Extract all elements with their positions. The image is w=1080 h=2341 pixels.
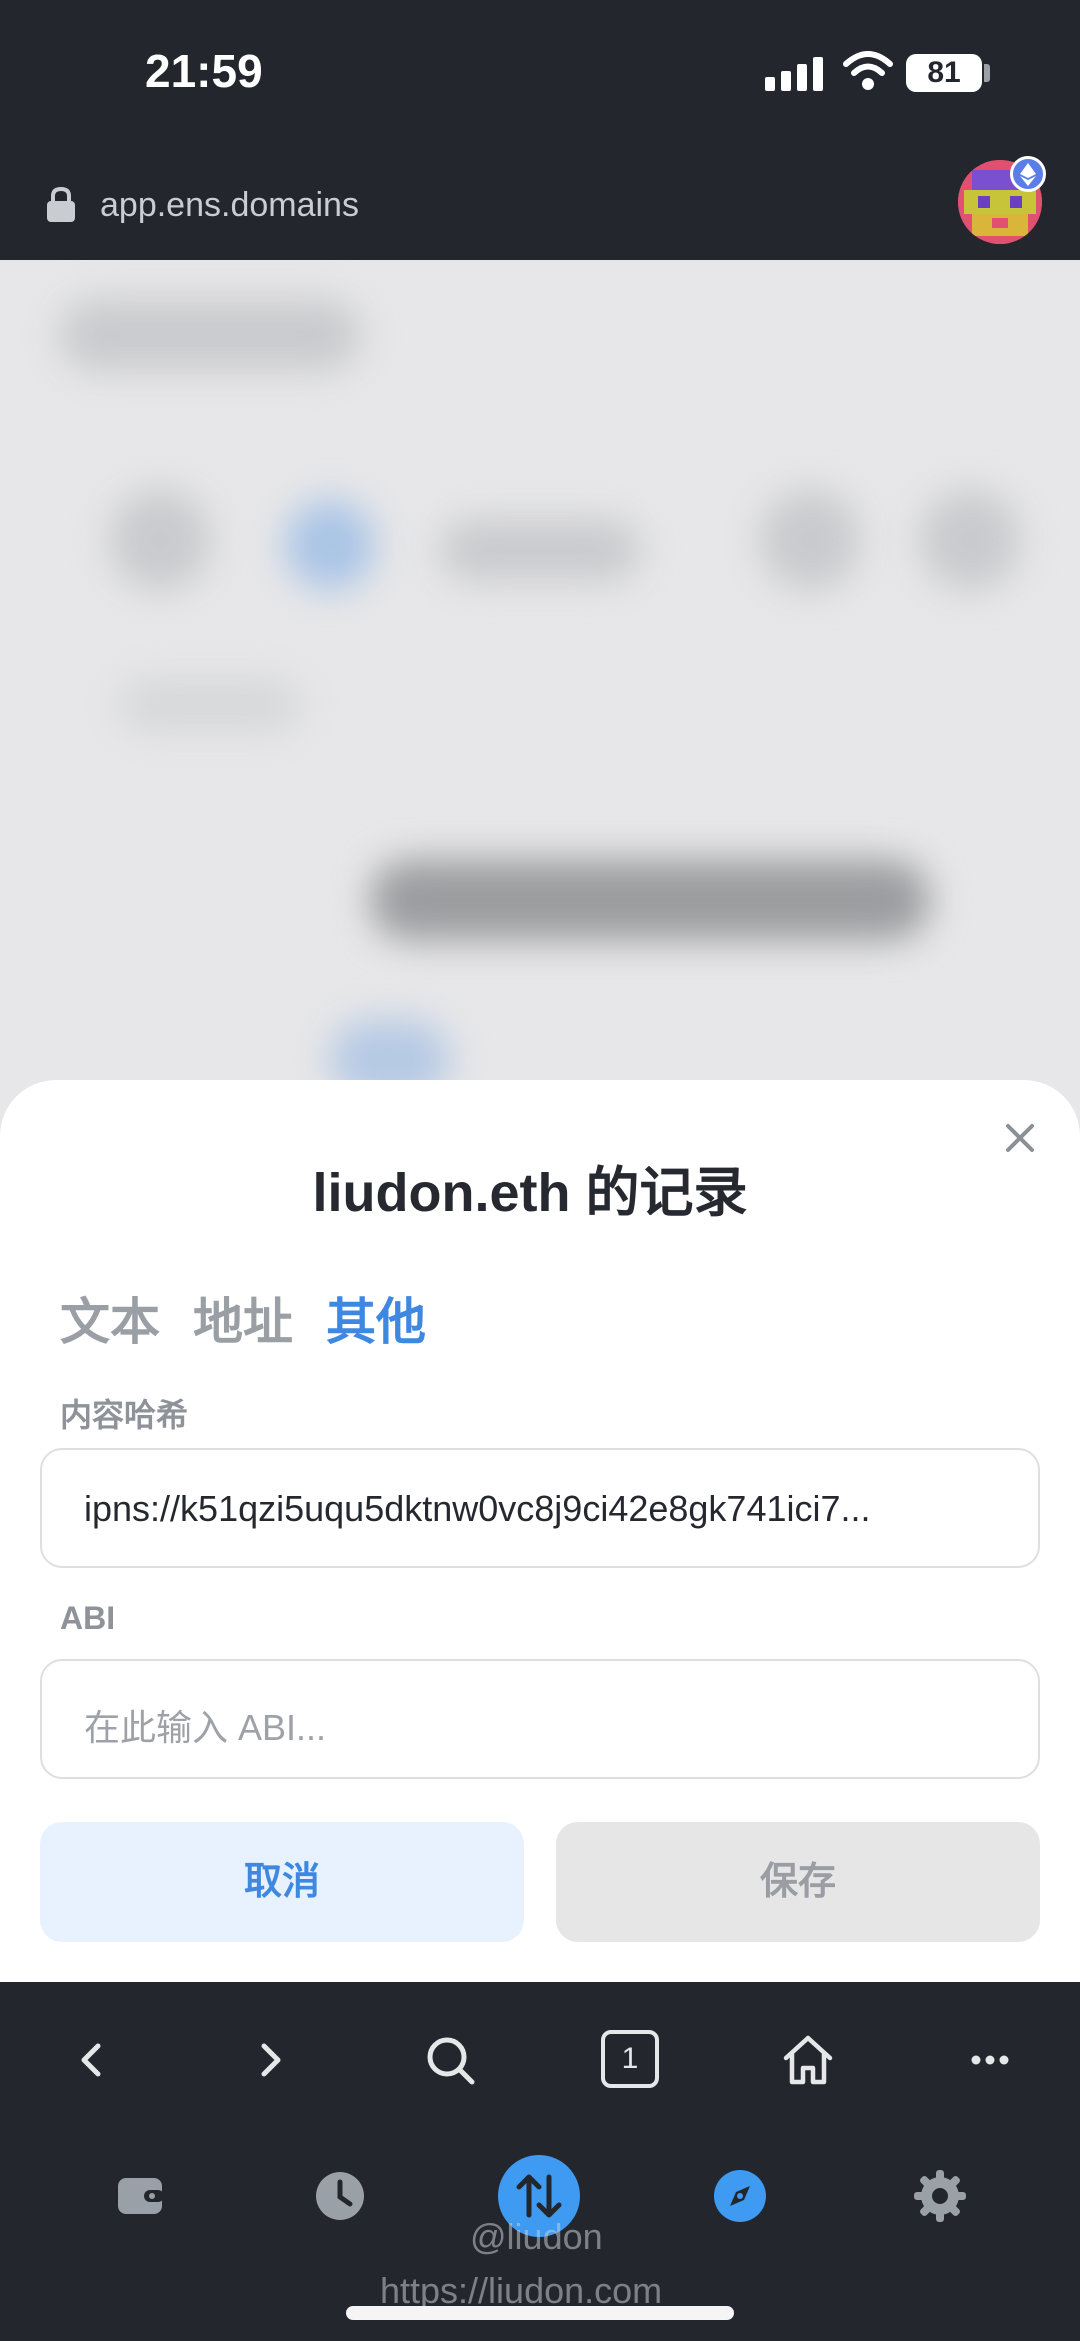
battery-level: 81: [906, 54, 982, 92]
content-hash-value: ipns://k51qzi5uqu5dktnw0vc8j9ci42e8gk741…: [84, 1488, 871, 1529]
abi-input[interactable]: 在此输入 ABI...: [40, 1659, 1040, 1779]
home-icon[interactable]: [778, 2030, 838, 2090]
settings-icon[interactable]: [910, 2166, 970, 2226]
history-icon[interactable]: [310, 2166, 370, 2226]
tab-text[interactable]: 文本: [60, 1282, 160, 1354]
browser-toolbar: [0, 1982, 1080, 2132]
tab-other[interactable]: 其他: [326, 1282, 426, 1354]
watermark-handle: @liudon: [470, 2216, 603, 2257]
browser-compass-icon[interactable]: [710, 2166, 770, 2226]
cancel-button[interactable]: 取消: [40, 1822, 524, 1942]
cellular-signal-icon: [765, 55, 823, 91]
more-icon[interactable]: [960, 2030, 1020, 2090]
tabs-count-button[interactable]: 1: [601, 2030, 659, 2088]
status-time: 21:59: [145, 45, 263, 97]
content-hash-field[interactable]: ipns://k51qzi5uqu5dktnw0vc8j9ci42e8gk741…: [40, 1448, 1040, 1568]
search-icon[interactable]: [420, 2030, 480, 2090]
address-bar[interactable]: app.ens.domains: [0, 150, 1080, 260]
back-icon[interactable]: [62, 2030, 122, 2090]
wifi-icon: [843, 51, 893, 90]
abi-label: ABI: [60, 1600, 116, 1636]
lock-icon: [47, 186, 75, 222]
abi-placeholder: 在此输入 ABI...: [84, 1707, 327, 1748]
home-indicator: [346, 2306, 734, 2320]
content-hash-label: 内容哈希: [60, 1397, 189, 1433]
wallet-icon[interactable]: [110, 2166, 170, 2226]
blurred-page-background: [0, 260, 1080, 1160]
status-bar: 21:59 81: [0, 0, 1080, 150]
modal-title: liudon.eth 的记录: [312, 1163, 748, 1223]
url-text: app.ens.domains: [100, 186, 359, 224]
forward-icon[interactable]: [240, 2030, 300, 2090]
ethereum-network-icon: [1010, 156, 1046, 192]
battery-tip: [984, 64, 990, 82]
save-button[interactable]: 保存: [556, 1822, 1040, 1942]
tab-address[interactable]: 地址: [193, 1282, 293, 1354]
